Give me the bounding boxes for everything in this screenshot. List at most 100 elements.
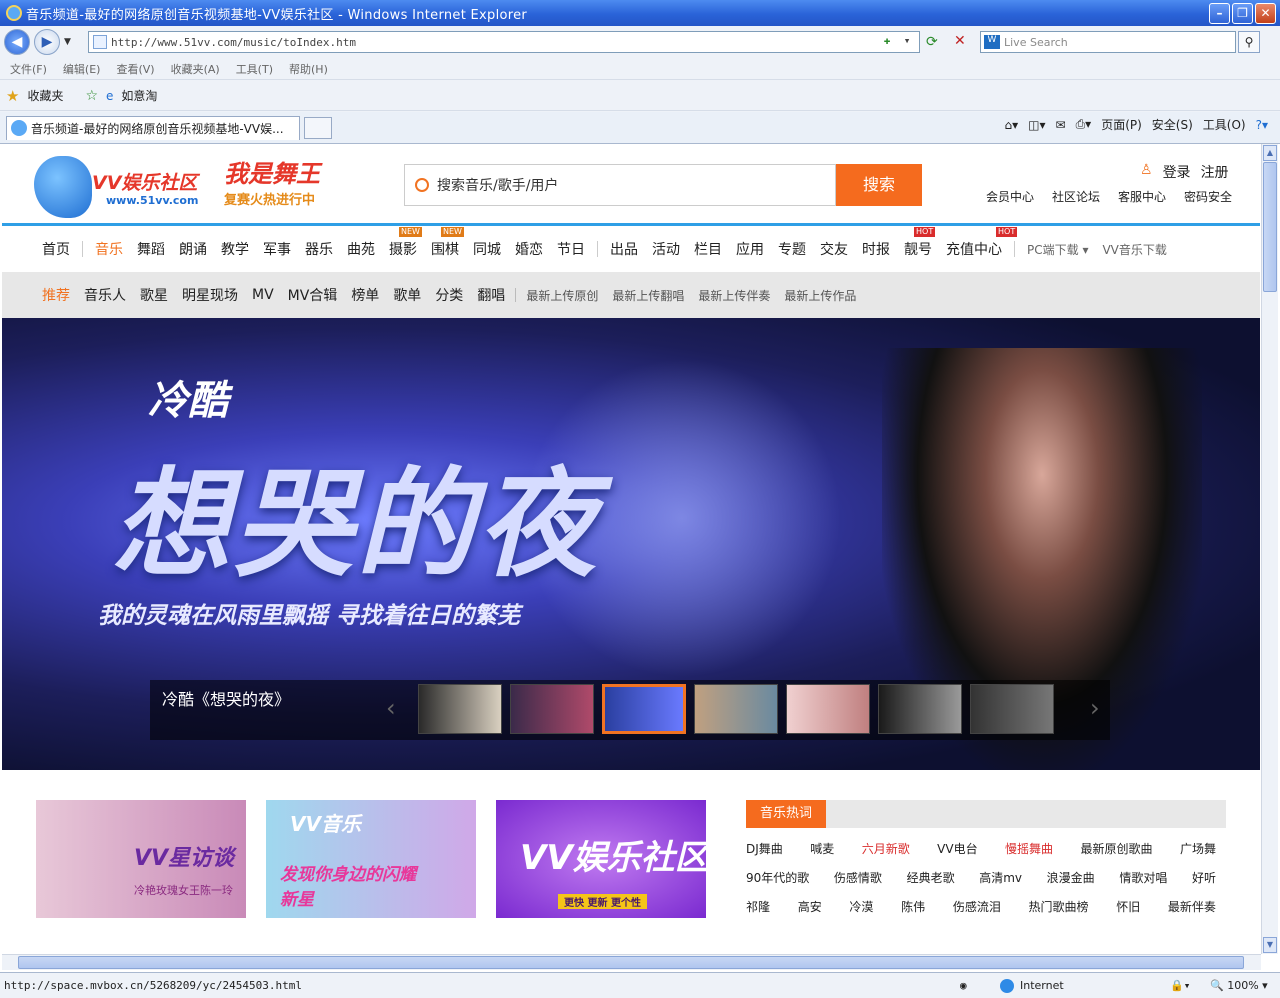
address-bar[interactable]: http://www.51vv.com/music/toIndex.htm ✚ … — [88, 31, 920, 53]
carousel-prev-icon[interactable]: ‹ — [386, 694, 396, 722]
hot-word[interactable]: 高清mv — [979, 869, 1022, 886]
menu-file[interactable]: 文件(F) — [10, 61, 47, 77]
horizontal-scrollbar[interactable] — [2, 954, 1261, 970]
maximize-button[interactable]: ❐ — [1232, 2, 1253, 24]
nav-local[interactable]: 同城 — [473, 239, 501, 259]
hot-word[interactable]: 祁隆 — [746, 898, 770, 915]
hot-word[interactable]: 广场舞 — [1180, 840, 1216, 857]
close-button[interactable]: ✕ — [1255, 2, 1276, 24]
nav-topic[interactable]: 专题 — [778, 239, 806, 259]
nav-teach[interactable]: 教学 — [221, 239, 249, 259]
member-center-link[interactable]: 会员中心 — [986, 188, 1034, 205]
refresh-icon[interactable]: ⟳ — [926, 34, 938, 50]
nav-friends[interactable]: 交友 — [820, 239, 848, 259]
carousel-thumb[interactable] — [418, 684, 502, 734]
hot-word[interactable]: 伤感情歌 — [834, 869, 882, 886]
scroll-down-icon[interactable]: ▼ — [1263, 937, 1277, 953]
subnav-musician[interactable]: 音乐人 — [84, 285, 126, 305]
menu-tools[interactable]: 工具(T) — [236, 61, 273, 77]
favorite-item-ruyitao[interactable]: 如意淘 — [121, 87, 157, 104]
favorites-button[interactable]: 收藏夹 — [27, 87, 63, 104]
subnav-latest-original[interactable]: 最新上传原创 — [526, 287, 598, 304]
hot-word[interactable]: 怀旧 — [1116, 898, 1140, 915]
nav-photo[interactable]: NEW 摄影 — [389, 227, 422, 259]
hot-word[interactable]: 浪漫金曲 — [1047, 869, 1095, 886]
tools-menu[interactable]: 工具(O) — [1203, 116, 1246, 133]
hot-word[interactable]: 最新伴奏 — [1168, 898, 1216, 915]
nav-opera[interactable]: 曲苑 — [347, 239, 375, 259]
nav-dating[interactable]: 婚恋 — [515, 239, 543, 259]
subnav-live[interactable]: 明星现场 — [182, 285, 238, 305]
home-icon[interactable]: ⌂▾ — [1004, 118, 1018, 132]
subnav-mv-collection[interactable]: MV合辑 — [288, 285, 338, 305]
history-dropdown-icon[interactable]: ▼ — [64, 37, 71, 47]
login-link[interactable]: 登录 — [1163, 162, 1191, 182]
hot-word[interactable]: 经典老歌 — [907, 869, 955, 886]
card-vv-community[interactable]: VV娱乐社区 更快 更新 更个性 — [496, 800, 706, 918]
vertical-scrollbar[interactable]: ▲ ▼ — [1261, 144, 1278, 954]
tab-music-channel[interactable]: 音乐频道-最好的网络原创音乐视频基地-VV娱... — [6, 115, 300, 140]
nav-recite[interactable]: 朗诵 — [179, 239, 207, 259]
back-button[interactable]: ◀ — [4, 29, 30, 55]
hero-banner[interactable]: 冷酷 想哭的夜 我的灵魂在风雨里飘摇 寻找着往日的繁芜 冷酷《想哭的夜》 ‹ › — [2, 318, 1260, 770]
vv-music-download-link[interactable]: VV音乐下载 — [1102, 241, 1166, 258]
hot-word[interactable]: VV电台 — [937, 840, 977, 857]
nav-app[interactable]: 应用 — [736, 239, 764, 259]
menu-favorites[interactable]: 收藏夹(A) — [171, 61, 220, 77]
nav-activity[interactable]: 活动 — [652, 239, 680, 259]
card-vv-music[interactable]: VV音乐 发现你身边的闪耀新星 — [266, 800, 476, 918]
nav-vanity-number[interactable]: HOT 靓号 — [904, 227, 936, 259]
add-favorite-icon[interactable]: ☆ — [85, 88, 98, 104]
live-search-box[interactable]: W Live Search — [980, 31, 1236, 53]
password-security-link[interactable]: 密码安全 — [1184, 188, 1232, 205]
security-zone[interactable]: Internet — [1000, 978, 1170, 993]
menu-help[interactable]: 帮助(H) — [289, 61, 328, 77]
promo-dance-king[interactable]: 我是舞王 复赛火热进行中 — [224, 154, 340, 216]
horizontal-scroll-thumb[interactable] — [18, 956, 1244, 969]
subnav-latest-works[interactable]: 最新上传作品 — [784, 287, 856, 304]
hot-word[interactable]: 六月新歌 — [862, 840, 910, 857]
register-link[interactable]: 注册 — [1201, 162, 1229, 182]
site-search-input[interactable]: 搜索音乐/歌手/用户 — [404, 164, 836, 206]
vertical-scroll-thumb[interactable] — [1263, 162, 1277, 292]
hot-word[interactable]: 最新原创歌曲 — [1081, 840, 1153, 857]
subnav-latest-accompaniment[interactable]: 最新上传伴奏 — [698, 287, 770, 304]
subnav-mv[interactable]: MV — [252, 287, 274, 303]
subnav-cover[interactable]: 翻唱 — [477, 285, 505, 305]
favorites-star-icon[interactable]: ★ — [6, 87, 19, 105]
subnav-recommend[interactable]: 推荐 — [42, 285, 70, 305]
carousel-thumb[interactable] — [970, 684, 1054, 734]
subnav-category[interactable]: 分类 — [435, 285, 463, 305]
card-star-interview[interactable]: VV星访谈 冷艳玫瑰女王陈一玲 — [36, 800, 246, 918]
nav-news[interactable]: 时报 — [862, 239, 890, 259]
carousel-thumb[interactable] — [786, 684, 870, 734]
search-go-icon[interactable]: ⚲ — [1238, 31, 1260, 53]
site-search-button[interactable]: 搜索 — [836, 164, 922, 206]
hot-word[interactable]: 慢摇舞曲 — [1005, 840, 1053, 857]
page-menu[interactable]: 页面(P) — [1101, 116, 1142, 133]
address-url[interactable]: http://www.51vv.com/music/toIndex.htm — [111, 36, 879, 49]
nav-instrument[interactable]: 器乐 — [305, 239, 333, 259]
hot-word[interactable]: 高安 — [798, 898, 822, 915]
carousel-thumb[interactable] — [878, 684, 962, 734]
nav-dance[interactable]: 舞蹈 — [137, 239, 165, 259]
nav-recharge[interactable]: HOT 充值中心 — [946, 227, 1018, 259]
compatibility-icon[interactable]: ✚ — [879, 34, 895, 50]
nav-home[interactable]: 首页 — [42, 239, 70, 259]
rss-feed-icon[interactable]: ◫▾ — [1028, 118, 1045, 132]
read-mail-icon[interactable]: ✉ — [1056, 118, 1066, 132]
safety-menu[interactable]: 安全(S) — [1152, 116, 1193, 133]
hot-word[interactable]: DJ舞曲 — [746, 840, 783, 857]
nav-produce[interactable]: 出品 — [610, 239, 638, 259]
help-icon[interactable]: ?▾ — [1256, 118, 1268, 132]
service-center-link[interactable]: 客服中心 — [1118, 188, 1166, 205]
hot-word[interactable]: 喊麦 — [810, 840, 834, 857]
hot-word[interactable]: 伤感流泪 — [953, 898, 1001, 915]
subnav-singer[interactable]: 歌星 — [140, 285, 168, 305]
forward-button[interactable]: ▶ — [34, 29, 60, 55]
scroll-up-icon[interactable]: ▲ — [1263, 145, 1277, 161]
print-icon[interactable]: ⎙▾ — [1076, 117, 1092, 132]
subnav-latest-cover[interactable]: 最新上传翻唱 — [612, 287, 684, 304]
hot-word[interactable]: 冷漠 — [849, 898, 873, 915]
hot-word[interactable]: 好听 — [1192, 869, 1216, 886]
